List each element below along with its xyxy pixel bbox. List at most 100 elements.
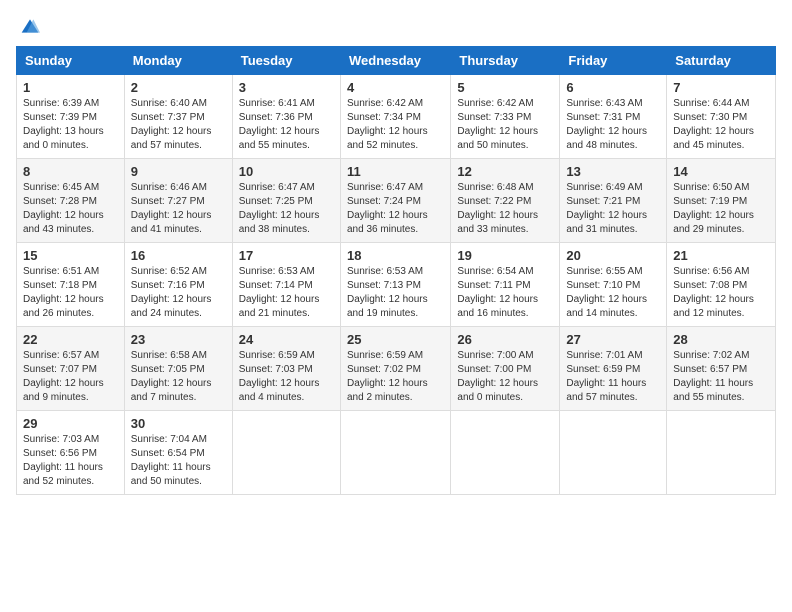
day-number: 6 bbox=[566, 80, 660, 95]
calendar-cell: 18 Sunrise: 6:53 AMSunset: 7:13 PMDayligh… bbox=[340, 243, 450, 327]
day-number: 2 bbox=[131, 80, 226, 95]
calendar-cell: 12 Sunrise: 6:48 AMSunset: 7:22 PMDayligh… bbox=[451, 159, 560, 243]
calendar-cell: 1 Sunrise: 6:39 AMSunset: 7:39 PMDaylight… bbox=[17, 75, 125, 159]
day-number: 5 bbox=[457, 80, 553, 95]
logo-icon bbox=[20, 16, 40, 36]
calendar-cell: 28Sunrise: 7:02 AMSunset: 6:57 PMDayligh… bbox=[667, 327, 776, 411]
calendar-cell: 24 Sunrise: 6:59 AMSunset: 7:03 PMDayligh… bbox=[232, 327, 340, 411]
calendar-cell: 26 Sunrise: 7:00 AMSunset: 7:00 PMDayligh… bbox=[451, 327, 560, 411]
calendar-cell: 10 Sunrise: 6:47 AMSunset: 7:25 PMDayligh… bbox=[232, 159, 340, 243]
day-info: Sunrise: 6:42 AMSunset: 7:33 PMDaylight:… bbox=[457, 97, 553, 153]
calendar-cell: 9 Sunrise: 6:46 AMSunset: 7:27 PMDaylight… bbox=[124, 159, 232, 243]
calendar-cell bbox=[560, 411, 667, 495]
day-number: 3 bbox=[239, 80, 334, 95]
day-info: Sunrise: 6:42 AMSunset: 7:34 PMDaylight:… bbox=[347, 97, 444, 153]
calendar-week-row: 15 Sunrise: 6:51 AMSunset: 7:18 PMDayligh… bbox=[17, 243, 776, 327]
page-header bbox=[16, 16, 776, 36]
day-info: Sunrise: 7:00 AMSunset: 7:00 PMDaylight:… bbox=[457, 349, 553, 405]
day-info: Sunrise: 6:48 AMSunset: 7:22 PMDaylight:… bbox=[457, 181, 553, 237]
calendar-header-row: SundayMondayTuesdayWednesdayThursdayFrid… bbox=[17, 47, 776, 75]
day-info: Sunrise: 6:50 AMSunset: 7:19 PMDaylight:… bbox=[673, 181, 769, 237]
day-info: Sunrise: 6:39 AMSunset: 7:39 PMDaylight:… bbox=[23, 97, 118, 153]
calendar-cell: 15 Sunrise: 6:51 AMSunset: 7:18 PMDayligh… bbox=[17, 243, 125, 327]
calendar-week-row: 22 Sunrise: 6:57 AMSunset: 7:07 PMDayligh… bbox=[17, 327, 776, 411]
day-number: 13 bbox=[566, 164, 660, 179]
calendar-cell: 7 Sunrise: 6:44 AMSunset: 7:30 PMDaylight… bbox=[667, 75, 776, 159]
calendar-cell: 14 Sunrise: 6:50 AMSunset: 7:19 PMDayligh… bbox=[667, 159, 776, 243]
day-info: Sunrise: 6:55 AMSunset: 7:10 PMDaylight:… bbox=[566, 265, 660, 321]
day-info: Sunrise: 6:40 AMSunset: 7:37 PMDaylight:… bbox=[131, 97, 226, 153]
day-number: 24 bbox=[239, 332, 334, 347]
calendar-week-row: 29Sunrise: 7:03 AMSunset: 6:56 PMDayligh… bbox=[17, 411, 776, 495]
calendar-cell bbox=[451, 411, 560, 495]
weekday-header-sunday: Sunday bbox=[17, 47, 125, 75]
day-number: 11 bbox=[347, 164, 444, 179]
day-number: 18 bbox=[347, 248, 444, 263]
calendar-week-row: 1 Sunrise: 6:39 AMSunset: 7:39 PMDaylight… bbox=[17, 75, 776, 159]
calendar-cell: 6 Sunrise: 6:43 AMSunset: 7:31 PMDaylight… bbox=[560, 75, 667, 159]
weekday-header-friday: Friday bbox=[560, 47, 667, 75]
day-info: Sunrise: 6:47 AMSunset: 7:25 PMDaylight:… bbox=[239, 181, 334, 237]
day-info: Sunrise: 6:59 AMSunset: 7:03 PMDaylight:… bbox=[239, 349, 334, 405]
calendar-cell: 29Sunrise: 7:03 AMSunset: 6:56 PMDayligh… bbox=[17, 411, 125, 495]
day-info: Sunrise: 6:58 AMSunset: 7:05 PMDaylight:… bbox=[131, 349, 226, 405]
day-number: 9 bbox=[131, 164, 226, 179]
calendar-cell: 3 Sunrise: 6:41 AMSunset: 7:36 PMDaylight… bbox=[232, 75, 340, 159]
day-number: 25 bbox=[347, 332, 444, 347]
calendar-cell: 22 Sunrise: 6:57 AMSunset: 7:07 PMDayligh… bbox=[17, 327, 125, 411]
calendar-cell: 19Sunrise: 6:54 AMSunset: 7:11 PMDayligh… bbox=[451, 243, 560, 327]
calendar-cell bbox=[667, 411, 776, 495]
day-info: Sunrise: 6:49 AMSunset: 7:21 PMDaylight:… bbox=[566, 181, 660, 237]
day-number: 30 bbox=[131, 416, 226, 431]
day-number: 8 bbox=[23, 164, 118, 179]
day-number: 14 bbox=[673, 164, 769, 179]
day-info: Sunrise: 6:54 AMSunset: 7:11 PMDaylight:… bbox=[457, 265, 553, 321]
calendar-cell: 2 Sunrise: 6:40 AMSunset: 7:37 PMDaylight… bbox=[124, 75, 232, 159]
day-info: Sunrise: 6:46 AMSunset: 7:27 PMDaylight:… bbox=[131, 181, 226, 237]
day-info: Sunrise: 7:04 AMSunset: 6:54 PMDaylight:… bbox=[131, 433, 226, 489]
day-number: 4 bbox=[347, 80, 444, 95]
calendar-cell: 25Sunrise: 6:59 AMSunset: 7:02 PMDayligh… bbox=[340, 327, 450, 411]
day-info: Sunrise: 6:43 AMSunset: 7:31 PMDaylight:… bbox=[566, 97, 660, 153]
day-info: Sunrise: 6:56 AMSunset: 7:08 PMDaylight:… bbox=[673, 265, 769, 321]
calendar-cell: 17 Sunrise: 6:53 AMSunset: 7:14 PMDayligh… bbox=[232, 243, 340, 327]
day-number: 1 bbox=[23, 80, 118, 95]
calendar-table: SundayMondayTuesdayWednesdayThursdayFrid… bbox=[16, 46, 776, 495]
logo bbox=[16, 16, 40, 36]
day-number: 16 bbox=[131, 248, 226, 263]
day-number: 15 bbox=[23, 248, 118, 263]
day-number: 12 bbox=[457, 164, 553, 179]
day-info: Sunrise: 7:03 AMSunset: 6:56 PMDaylight:… bbox=[23, 433, 118, 489]
day-info: Sunrise: 6:51 AMSunset: 7:18 PMDaylight:… bbox=[23, 265, 118, 321]
weekday-header-monday: Monday bbox=[124, 47, 232, 75]
day-number: 17 bbox=[239, 248, 334, 263]
calendar-cell: 4 Sunrise: 6:42 AMSunset: 7:34 PMDaylight… bbox=[340, 75, 450, 159]
day-number: 28 bbox=[673, 332, 769, 347]
day-number: 22 bbox=[23, 332, 118, 347]
day-info: Sunrise: 6:45 AMSunset: 7:28 PMDaylight:… bbox=[23, 181, 118, 237]
day-info: Sunrise: 6:52 AMSunset: 7:16 PMDaylight:… bbox=[131, 265, 226, 321]
day-number: 26 bbox=[457, 332, 553, 347]
day-number: 20 bbox=[566, 248, 660, 263]
day-info: Sunrise: 6:47 AMSunset: 7:24 PMDaylight:… bbox=[347, 181, 444, 237]
calendar-cell: 13 Sunrise: 6:49 AMSunset: 7:21 PMDayligh… bbox=[560, 159, 667, 243]
calendar-week-row: 8 Sunrise: 6:45 AMSunset: 7:28 PMDaylight… bbox=[17, 159, 776, 243]
weekday-header-thursday: Thursday bbox=[451, 47, 560, 75]
weekday-header-wednesday: Wednesday bbox=[340, 47, 450, 75]
calendar-cell: 27Sunrise: 7:01 AMSunset: 6:59 PMDayligh… bbox=[560, 327, 667, 411]
day-number: 23 bbox=[131, 332, 226, 347]
day-number: 7 bbox=[673, 80, 769, 95]
day-info: Sunrise: 6:44 AMSunset: 7:30 PMDaylight:… bbox=[673, 97, 769, 153]
calendar-cell bbox=[232, 411, 340, 495]
day-info: Sunrise: 6:53 AMSunset: 7:13 PMDaylight:… bbox=[347, 265, 444, 321]
day-number: 10 bbox=[239, 164, 334, 179]
day-number: 27 bbox=[566, 332, 660, 347]
calendar-cell: 16 Sunrise: 6:52 AMSunset: 7:16 PMDayligh… bbox=[124, 243, 232, 327]
weekday-header-tuesday: Tuesday bbox=[232, 47, 340, 75]
calendar-cell: 5 Sunrise: 6:42 AMSunset: 7:33 PMDaylight… bbox=[451, 75, 560, 159]
weekday-header-saturday: Saturday bbox=[667, 47, 776, 75]
day-number: 21 bbox=[673, 248, 769, 263]
day-info: Sunrise: 6:53 AMSunset: 7:14 PMDaylight:… bbox=[239, 265, 334, 321]
day-info: Sunrise: 6:41 AMSunset: 7:36 PMDaylight:… bbox=[239, 97, 334, 153]
day-info: Sunrise: 6:57 AMSunset: 7:07 PMDaylight:… bbox=[23, 349, 118, 405]
